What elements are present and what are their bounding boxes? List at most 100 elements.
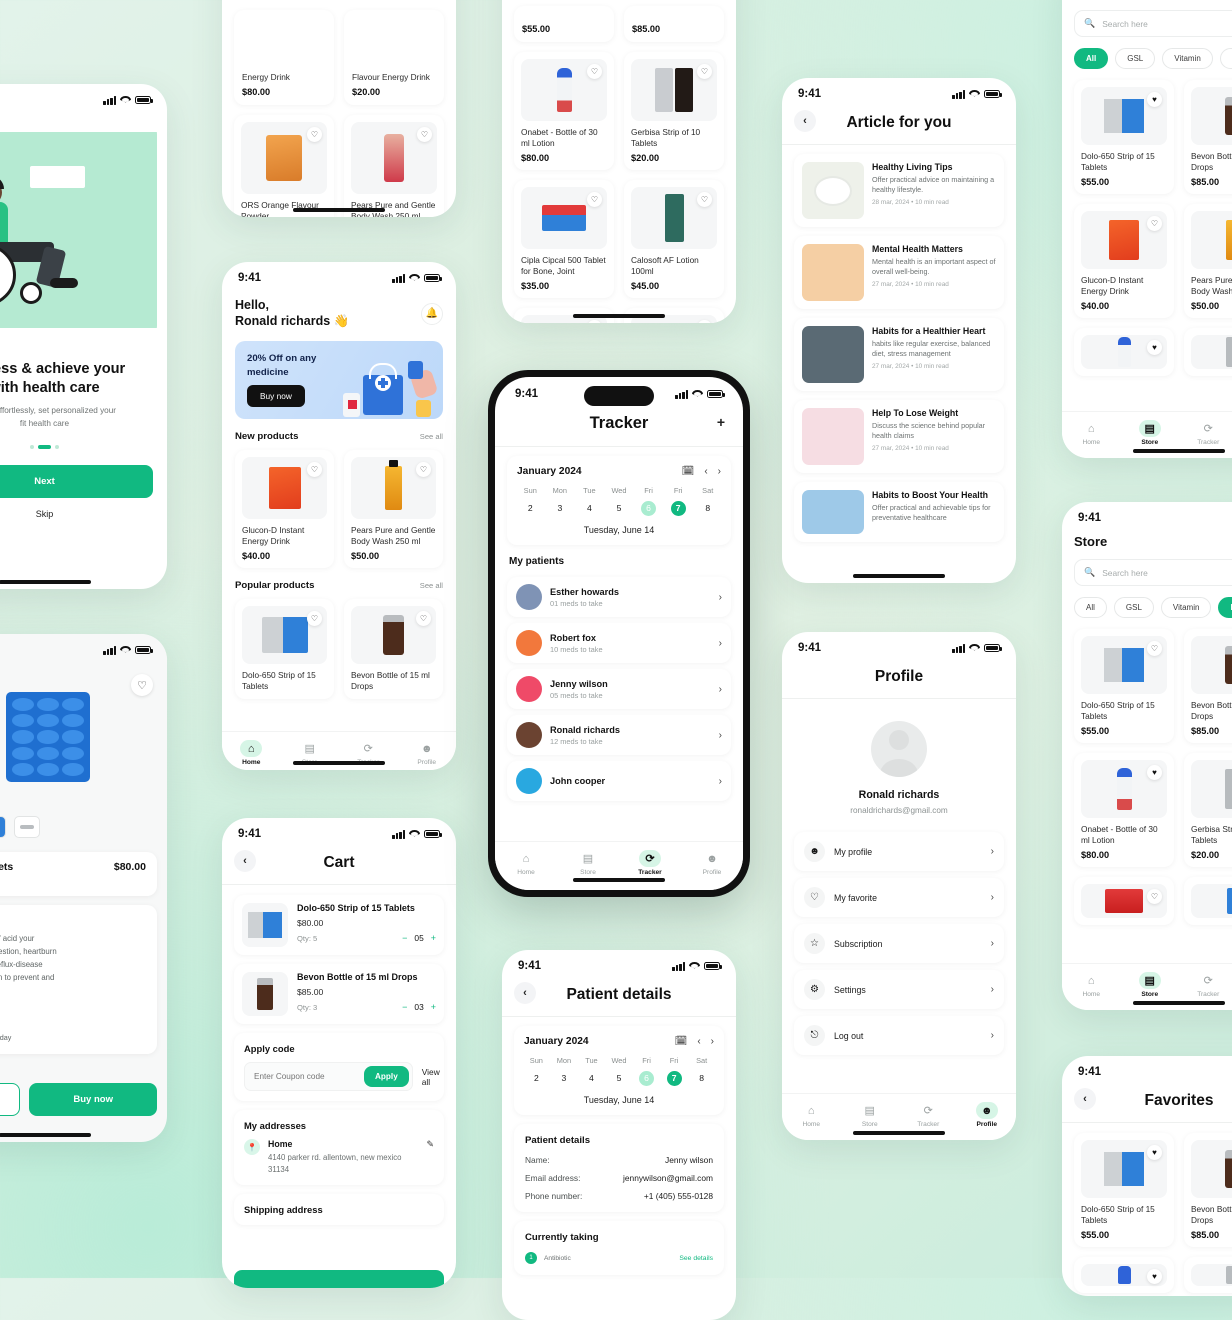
tab-store[interactable]: ▤Store bbox=[1121, 972, 1180, 998]
favorite-icon[interactable]: ♡ bbox=[307, 126, 322, 142]
promo-banner[interactable]: 20% Off on any medicine Buy now bbox=[235, 341, 443, 419]
favorite-icon[interactable]: ♡ bbox=[1147, 641, 1162, 656]
see-details-link[interactable]: See details bbox=[679, 1255, 713, 1262]
banner-cta-button[interactable]: Buy now bbox=[247, 385, 305, 407]
thumbnail-strip[interactable] bbox=[0, 810, 167, 852]
favorite-icon[interactable]: ♡ bbox=[416, 610, 431, 626]
bottom-tab-bar[interactable]: ⌂Home ▤Store ⟳Tracker ☻Profile bbox=[495, 841, 743, 890]
view-all-link[interactable]: View all bbox=[422, 1067, 440, 1087]
product-card[interactable] bbox=[1184, 876, 1232, 925]
favorite-icon[interactable]: ♡ bbox=[131, 674, 153, 696]
tab-profile[interactable]: ☻ Profile bbox=[398, 740, 457, 767]
calendar-icon[interactable]: 🗓 bbox=[682, 466, 695, 477]
patient-row[interactable]: Robert fox 10 meds to take › bbox=[507, 623, 731, 663]
product-card[interactable]: ♡ Cipla Cipcal 500 Tablet for Bone, Join… bbox=[514, 179, 614, 298]
product-card[interactable]: ♡ Glucon-D Instant Energy Drink $40.00 bbox=[1074, 203, 1174, 318]
product-card[interactable]: Bevon Bottle of 15 ml Drops $85.00 bbox=[1184, 80, 1232, 194]
decrement-button[interactable]: − bbox=[402, 1002, 407, 1012]
apply-button[interactable]: Apply bbox=[364, 1066, 409, 1087]
plus-icon[interactable]: + bbox=[717, 414, 725, 430]
product-card[interactable]: ♡ Bevon Bottle of 15 ml Drops bbox=[344, 598, 443, 699]
menu-item-settings[interactable]: ⚙ Settings › bbox=[794, 970, 1004, 1009]
see-all-link[interactable]: See all bbox=[420, 581, 443, 590]
menu-item-my-profile[interactable]: ☻ My profile › bbox=[794, 832, 1004, 871]
article-row[interactable]: Healthy Living Tips Offer practical advi… bbox=[794, 154, 1004, 227]
tab-profile[interactable]: ☻ Profile bbox=[681, 850, 743, 877]
favorite-icon[interactable]: ♡ bbox=[417, 126, 432, 142]
increment-button[interactable]: + bbox=[431, 933, 436, 943]
next-month-icon[interactable]: › bbox=[718, 466, 721, 477]
add-to-cart-button[interactable]: cart bbox=[0, 1083, 21, 1116]
chevron-right-icon[interactable]: › bbox=[719, 684, 722, 695]
product-card[interactable]: $55.00 bbox=[514, 6, 614, 42]
tab-home[interactable]: ⌂ Home bbox=[782, 1102, 841, 1129]
favorite-icon[interactable]: ♡ bbox=[697, 191, 712, 207]
product-card[interactable]: ♡ Gerbisa Strip of 10 Tablets $20.00 bbox=[624, 52, 724, 170]
edit-icon[interactable]: ✎ bbox=[426, 1139, 434, 1150]
menu-item-subscription[interactable]: ☆ Subscription › bbox=[794, 924, 1004, 963]
article-row[interactable]: Habits to Boost Your Health Offer practi… bbox=[794, 482, 1004, 542]
filter-chip-all[interactable]: All bbox=[1074, 48, 1109, 69]
cart-item[interactable]: Bevon Bottle of 15 ml Drops $85.00 Qty: … bbox=[234, 964, 444, 1024]
prev-month-icon[interactable]: ‹ bbox=[697, 1036, 700, 1047]
product-card[interactable]: ♡ Dolo-650 Strip of 15 Tablets bbox=[235, 598, 334, 699]
favorite-icon-filled[interactable]: ♥ bbox=[1147, 339, 1162, 355]
product-card[interactable]: ♥ Onabet - Bottle of 30 ml Lotion $80.00 bbox=[1074, 752, 1174, 867]
product-card[interactable]: Bevon Bottle of 15 ml Drops $85.00 bbox=[1184, 629, 1232, 743]
skip-button[interactable]: Skip bbox=[0, 509, 153, 519]
chevron-right-icon[interactable]: › bbox=[719, 592, 722, 603]
favorite-icon[interactable]: ♡ bbox=[307, 462, 322, 477]
product-card[interactable]: ♥ Dolo-650 Strip of 15 Tablets $55.00 bbox=[1074, 80, 1174, 194]
article-row[interactable]: Help To Lose Weight Discuss the science … bbox=[794, 400, 1004, 473]
chevron-right-icon[interactable]: › bbox=[991, 846, 994, 857]
tab-store[interactable]: ▤Store bbox=[557, 850, 619, 876]
product-card[interactable]: ♥ bbox=[1074, 327, 1174, 376]
favorite-icon[interactable]: ♡ bbox=[587, 319, 602, 323]
favorite-icon[interactable]: ♡ bbox=[307, 610, 322, 626]
filter-chip-pharm[interactable]: Pharm bbox=[1218, 597, 1232, 618]
product-card[interactable]: Gerbisa Strip of 10 Tablets $20.00 bbox=[1184, 752, 1232, 867]
back-icon[interactable]: ‹ bbox=[514, 982, 536, 1004]
tab-home[interactable]: ⌂ Home bbox=[495, 850, 557, 877]
patient-row[interactable]: Ronald richards 12 meds to take › bbox=[507, 715, 731, 755]
tab-store[interactable]: ▤Store bbox=[841, 1102, 900, 1128]
see-all-link[interactable]: See all bbox=[420, 432, 443, 441]
chevron-right-icon[interactable]: › bbox=[991, 892, 994, 903]
tab-tracker[interactable]: ⟳Tracker bbox=[619, 850, 681, 876]
patient-row[interactable]: Esther howards 01 meds to take › bbox=[507, 577, 731, 617]
tab-tracker[interactable]: ⟳Tracker bbox=[1179, 420, 1232, 446]
product-card[interactable]: Bevon Bottle of 15 ml Drops $85.00 bbox=[1184, 1133, 1232, 1247]
product-card[interactable] bbox=[1184, 327, 1232, 376]
favorite-icon-filled[interactable]: ♥ bbox=[1147, 1145, 1162, 1160]
product-card[interactable]: ♡ Dolo-650 Strip of 15 Tablets $55.00 bbox=[1074, 629, 1174, 743]
prev-month-icon[interactable]: ‹ bbox=[704, 466, 707, 477]
next-button[interactable]: Next bbox=[0, 464, 153, 498]
bell-icon[interactable]: 🔔 bbox=[421, 302, 443, 325]
tab-tracker[interactable]: ⟳Tracker bbox=[899, 1102, 958, 1128]
next-month-icon[interactable]: › bbox=[711, 1036, 714, 1047]
search-input[interactable]: 🔍 Search here bbox=[1074, 10, 1232, 37]
product-card[interactable] bbox=[1184, 1256, 1232, 1293]
buy-now-button[interactable]: Buy now bbox=[29, 1083, 157, 1116]
product-card[interactable]: ♡ Onabet - Bottle of 30 ml Lotion $80.00 bbox=[514, 52, 614, 170]
favorite-icon[interactable]: ♡ bbox=[587, 191, 602, 207]
favorite-icon-filled[interactable]: ♥ bbox=[1147, 764, 1162, 780]
chevron-right-icon[interactable]: › bbox=[719, 730, 722, 741]
product-card[interactable]: ♥ bbox=[1074, 1256, 1174, 1293]
article-row[interactable]: Mental Health Matters Mental health is a… bbox=[794, 236, 1004, 309]
favorite-icon[interactable]: ♡ bbox=[697, 64, 712, 79]
tab-home[interactable]: ⌂ Home bbox=[1062, 972, 1121, 999]
calendar-week[interactable]: Sun 2 Mon 3 Tue 4 Wed 5 Fri 6 Fri 7 Sat 8 bbox=[524, 1056, 714, 1086]
tab-profile[interactable]: ☻ Profile bbox=[958, 1102, 1017, 1128]
filter-chip-gsl[interactable]: GSL bbox=[1115, 48, 1156, 69]
favorite-icon[interactable]: ♡ bbox=[416, 462, 431, 477]
chevron-right-icon[interactable]: › bbox=[719, 776, 722, 787]
menu-item-my-favorite[interactable]: ♡ My favorite › bbox=[794, 878, 1004, 917]
chevron-right-icon[interactable]: › bbox=[991, 938, 994, 949]
tab-home[interactable]: ⌂ Home bbox=[1062, 420, 1121, 447]
checkout-button[interactable] bbox=[234, 1270, 444, 1288]
product-card[interactable]: Energy Drink $80.00 bbox=[234, 10, 334, 105]
chevron-right-icon[interactable]: › bbox=[991, 1030, 994, 1041]
product-card[interactable]: ♡ ORS Orange Flavour Powder $35.00 bbox=[234, 114, 334, 217]
search-input[interactable]: 🔍 Search here bbox=[1074, 559, 1232, 586]
